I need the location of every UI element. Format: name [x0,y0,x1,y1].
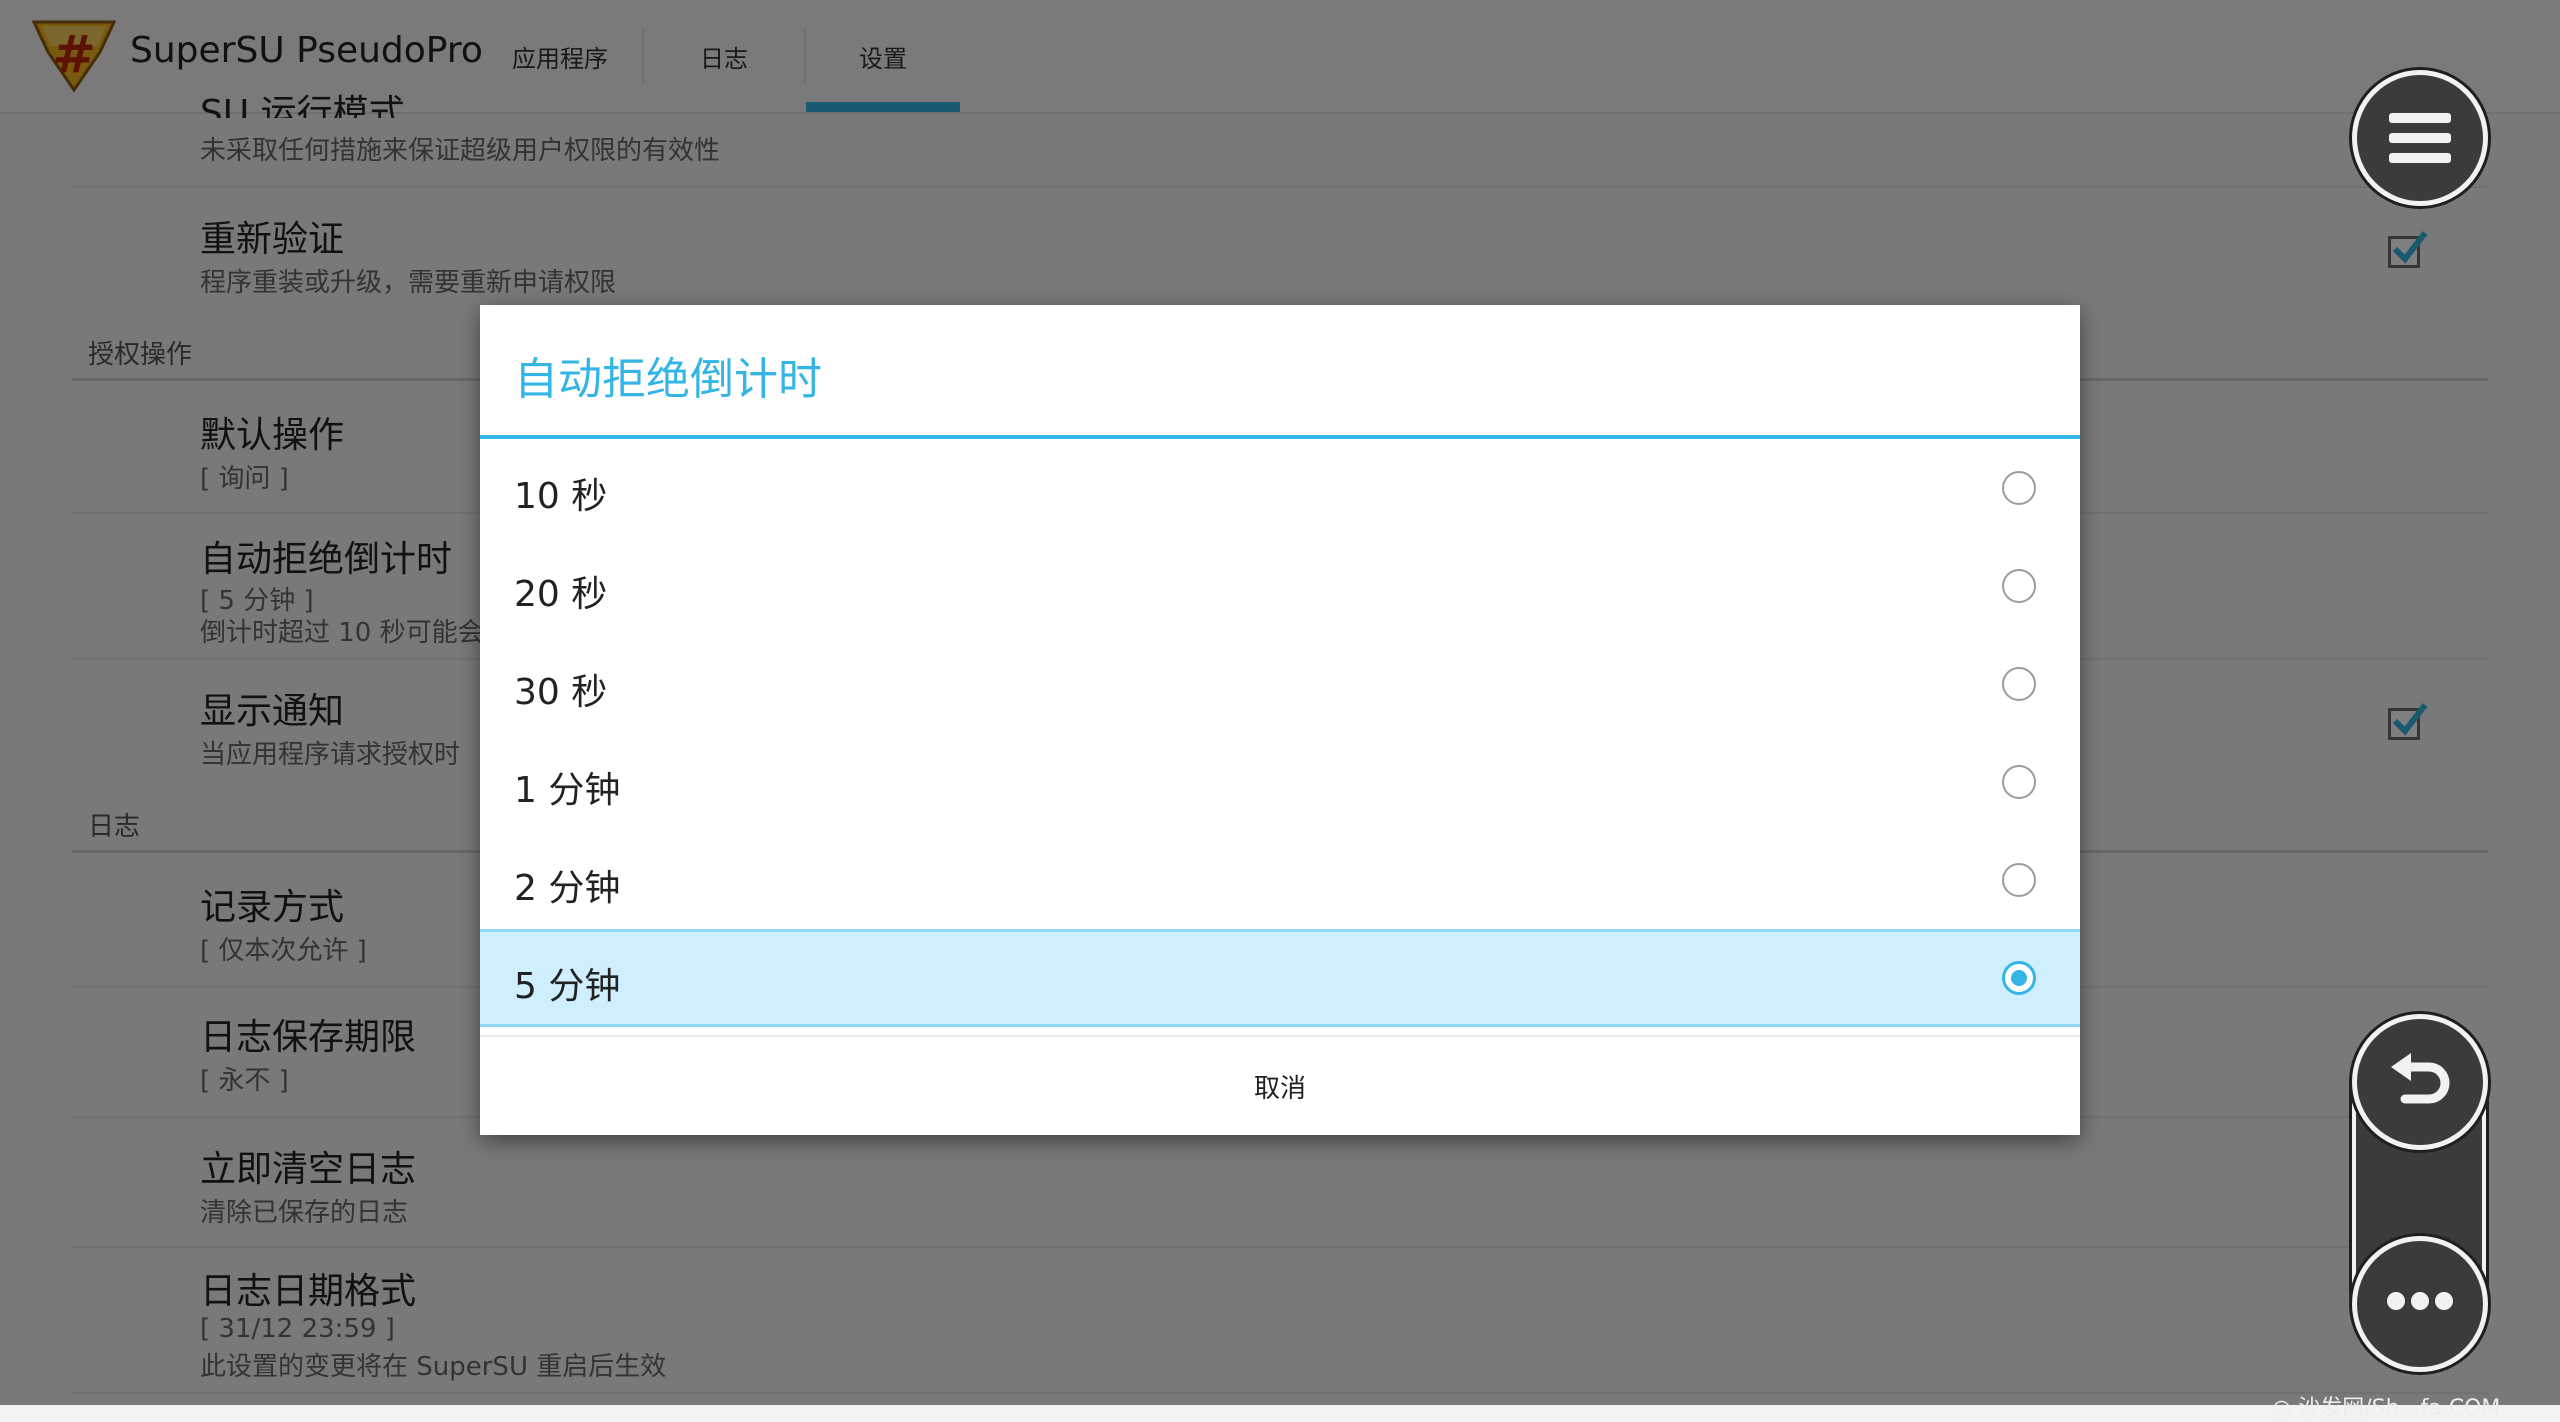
radio-button[interactable] [2002,569,2036,603]
option-1min[interactable]: 1 分钟 [480,733,2080,831]
option-30s[interactable]: 30 秒 [480,635,2080,733]
radio-button-selected[interactable] [2002,961,2036,995]
dialog-title: 自动拒绝倒计时 [514,354,822,405]
option-2min[interactable]: 2 分钟 [480,831,2080,929]
radio-button[interactable] [2002,863,2036,897]
option-label: 1 分钟 [514,770,621,811]
more-dots-icon [2387,1292,2453,1310]
option-label: 10 秒 [514,476,608,517]
watermark: ○ 沙发网/Sh...fa.COM [2272,1396,2501,1421]
option-label: 2 分钟 [514,868,621,909]
option-label: 30 秒 [514,672,608,713]
option-10s[interactable]: 10 秒 [480,439,2080,537]
option-20s[interactable]: 20 秒 [480,537,2080,635]
radio-dot [2011,970,2027,986]
hamburger-menu-icon [2389,113,2451,163]
floating-menu-button[interactable] [2352,70,2488,206]
option-label: 20 秒 [514,574,608,615]
radio-button[interactable] [2002,471,2036,505]
radio-button[interactable] [2002,667,2036,701]
cancel-button[interactable]: 取消 [480,1037,2080,1135]
option-label: 5 分钟 [514,966,621,1007]
floating-more-button[interactable] [2352,1236,2488,1372]
option-5min[interactable]: 5 分钟 [480,929,2080,1027]
floating-back-button[interactable] [2352,1014,2488,1150]
auto-deny-dialog: 自动拒绝倒计时 10 秒 20 秒 30 秒 1 分钟 2 分钟 5 分钟 取消 [480,305,2080,1135]
back-arrow-icon [2391,1053,2450,1104]
radio-button[interactable] [2002,765,2036,799]
